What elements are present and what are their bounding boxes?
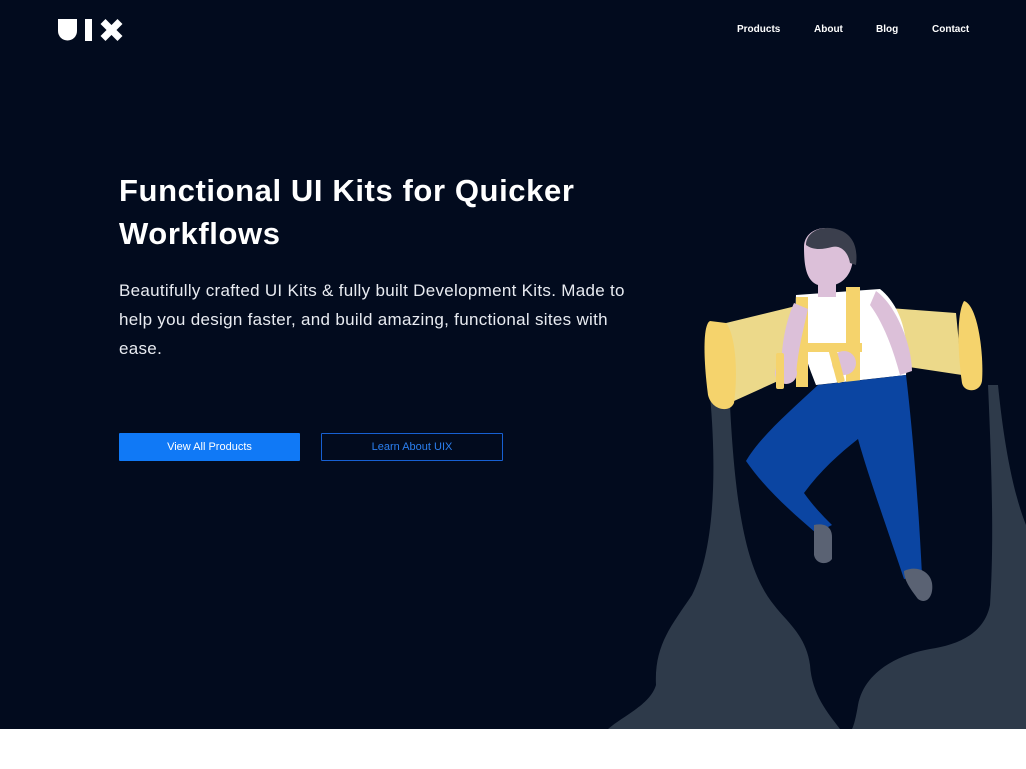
jetpack-person-illustration-icon xyxy=(608,227,1026,729)
main-nav: Products About Blog Contact xyxy=(0,22,1026,38)
nav-link-contact[interactable]: Contact xyxy=(932,22,969,38)
hero-headline: Functional UI Kits for Quicker Workflows xyxy=(119,173,575,251)
hero-section: Products About Blog Contact Functional U… xyxy=(0,0,1026,729)
view-all-products-button[interactable]: View All Products xyxy=(119,433,300,461)
hero-subtitle: Beautifully crafted UI Kits & fully buil… xyxy=(119,281,625,358)
nav-link-products[interactable]: Products xyxy=(737,22,780,38)
nav-link-about[interactable]: About xyxy=(814,22,843,38)
nav-link-blog[interactable]: Blog xyxy=(876,22,898,38)
learn-about-uix-button[interactable]: Learn About UIX xyxy=(321,433,503,461)
